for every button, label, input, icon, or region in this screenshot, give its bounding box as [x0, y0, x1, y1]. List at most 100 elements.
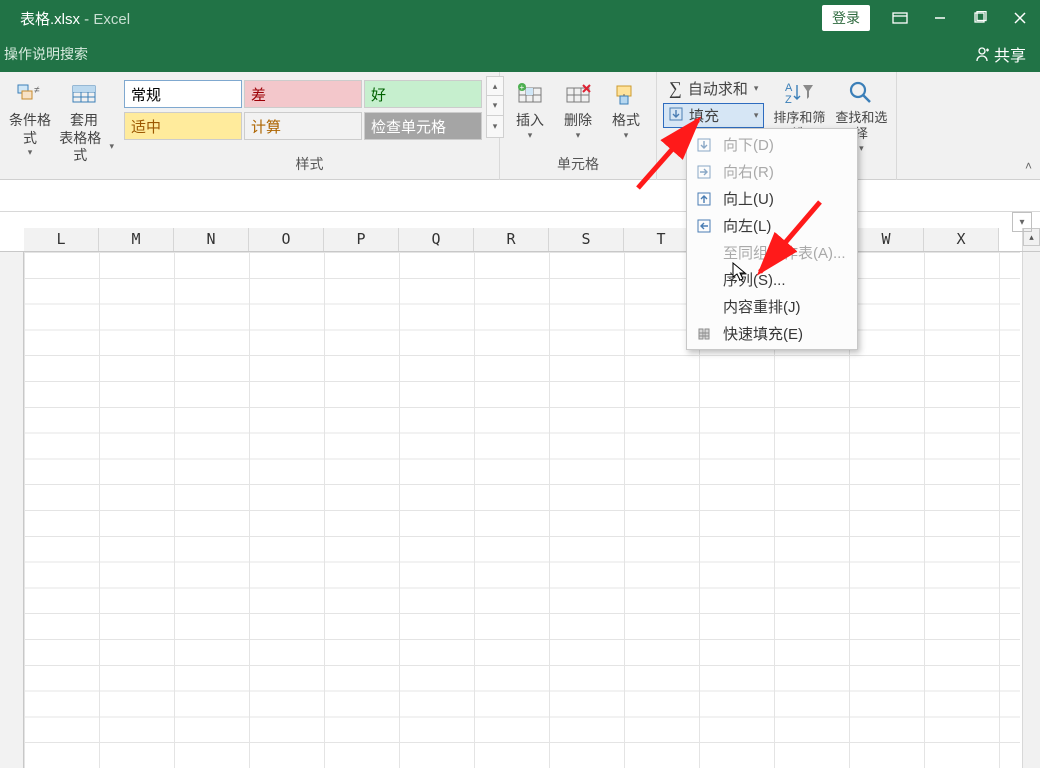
window-title: 表格.xlsx - Excel	[20, 8, 130, 29]
cells-group: + 插入 ▾ 删除 ▾ 格式 ▾ 单元格	[500, 72, 657, 180]
style-neutral[interactable]: 适中	[124, 112, 242, 140]
autosum-label: 自动求和	[688, 78, 748, 99]
chevron-down-icon: ▾	[624, 130, 629, 141]
group-label-styles: 样式	[120, 154, 499, 180]
style-bad[interactable]: 差	[244, 80, 362, 108]
minimize-button[interactable]	[920, 0, 960, 36]
chevron-down-icon: ▾	[754, 110, 759, 121]
column-header[interactable]: P	[324, 228, 399, 251]
sort-filter-icon: AZ	[783, 76, 815, 110]
fill-menu-item[interactable]: 内容重排(J)	[687, 293, 857, 320]
cell-styles-gallery-group: 常规 差 好 适中 计算 检查单元格 ▴ ▾ ▾ 样式	[120, 72, 500, 180]
fill-menu-item-label: 向下(D)	[723, 134, 774, 155]
titlebar-right: 登录	[822, 0, 1040, 36]
column-header[interactable]: S	[549, 228, 624, 251]
close-button[interactable]	[1000, 0, 1040, 36]
sigma-icon: ∑	[669, 78, 682, 99]
vertical-scrollbar[interactable]: ▴	[1022, 228, 1040, 768]
fill-menu-item-label: 序列(S)...	[723, 269, 786, 290]
fill-menu-item[interactable]: 向上(U)	[687, 185, 857, 212]
format-as-table-label-2: 表格格式	[54, 130, 106, 165]
delete-cells-button[interactable]: 删除 ▾	[554, 76, 602, 141]
eraser-icon	[669, 132, 685, 150]
fill-menu-item-label: 向右(R)	[723, 161, 774, 182]
left-icon	[695, 219, 713, 233]
fill-menu-item: 至同组工作表(A)...	[687, 239, 857, 266]
maximize-button[interactable]	[960, 0, 1000, 36]
chevron-down-icon: ▾	[28, 147, 33, 158]
ribbon: ≠ 条件格式 ▾ 套用 表格格式 ▾ .	[0, 72, 1040, 180]
style-calculation[interactable]: 计算	[244, 112, 362, 140]
app-name: Excel	[93, 11, 130, 28]
fill-menu-item-label: 内容重排(J)	[723, 296, 801, 317]
insert-icon: +	[515, 78, 545, 112]
conditional-formatting-button[interactable]: ≠ 条件格式 ▾	[6, 76, 54, 158]
fill-dropdown-menu: 向下(D) 向右(R) 向上(U) 向左(L) 至同组工作表(A)... 序列(S)...…	[686, 128, 858, 350]
cell-grid[interactable]	[24, 252, 1020, 768]
format-cells-button[interactable]: 格式 ▾	[602, 76, 650, 141]
login-button[interactable]: 登录	[822, 5, 870, 31]
fill-menu-item[interactable]: 向左(L)	[687, 212, 857, 239]
fill-menu-item-label: 向上(U)	[723, 188, 774, 209]
delete-icon	[563, 78, 593, 112]
up-icon	[695, 192, 713, 206]
share-button[interactable]: 共享	[974, 42, 1026, 66]
cell-styles-gallery[interactable]: 常规 差 好 适中 计算 检查单元格 ▴ ▾ ▾	[120, 76, 504, 140]
right-icon	[695, 165, 713, 179]
styles-group-left: ≠ 条件格式 ▾ 套用 表格格式 ▾ .	[0, 72, 120, 180]
fill-menu-item-label: 至同组工作表(A)...	[723, 242, 846, 263]
ribbon-display-options-button[interactable]	[880, 0, 920, 36]
fill-menu-item: 向右(R)	[687, 158, 857, 185]
format-as-table-icon	[70, 78, 98, 112]
conditional-formatting-label: 条件格式	[6, 112, 54, 147]
svg-text:≠: ≠	[34, 85, 40, 96]
format-icon	[611, 78, 641, 112]
column-header[interactable]: L	[24, 228, 99, 251]
chevron-down-icon: ▾	[528, 130, 533, 141]
fill-down-icon	[669, 107, 683, 125]
search-icon	[847, 76, 875, 110]
column-header[interactable]: N	[174, 228, 249, 251]
row-headers	[0, 252, 24, 768]
titlebar: 表格.xlsx - Excel 登录	[0, 0, 1040, 36]
chevron-down-icon: ▾	[576, 130, 581, 141]
tell-me-search[interactable]: 操作说明搜索	[4, 44, 88, 64]
insert-label: 插入	[516, 112, 544, 130]
style-normal[interactable]: 常规	[124, 80, 242, 108]
separator: -	[80, 11, 93, 28]
delete-label: 删除	[564, 112, 592, 130]
column-header[interactable]: R	[474, 228, 549, 251]
insert-cells-button[interactable]: + 插入 ▾	[506, 76, 554, 141]
chevron-down-icon: ▾	[859, 143, 864, 154]
share-icon	[974, 46, 990, 62]
svg-text:A: A	[785, 82, 793, 94]
column-header[interactable]: Q	[399, 228, 474, 251]
collapse-ribbon-button[interactable]: ˄	[1025, 159, 1032, 173]
column-header[interactable]: X	[924, 228, 999, 251]
fill-menu-item[interactable]: 快速填充(E)	[687, 320, 857, 347]
group-label-cells: 单元格	[500, 154, 656, 180]
column-header[interactable]: O	[249, 228, 324, 251]
worksheet[interactable]: LMNOPQRSTVWX ▴	[0, 228, 1040, 768]
fill-button[interactable]: 填充 ▾	[663, 103, 764, 128]
formula-bar-expand[interactable]: ▾	[1012, 212, 1032, 232]
fill-menu-item[interactable]: 序列(S)...	[687, 266, 857, 293]
share-label: 共享	[994, 42, 1026, 66]
column-headers: LMNOPQRSTVWX	[0, 228, 1040, 252]
down-icon	[695, 138, 713, 152]
file-name: 表格.xlsx	[20, 11, 80, 28]
svg-text:Z: Z	[785, 94, 792, 106]
fill-menu-item-label: 快速填充(E)	[723, 323, 803, 344]
fill-menu-item-label: 向左(L)	[723, 215, 771, 236]
style-check-cell[interactable]: 检查单元格	[364, 112, 482, 140]
style-good[interactable]: 好	[364, 80, 482, 108]
column-header[interactable]: M	[99, 228, 174, 251]
column-header[interactable]: W	[849, 228, 924, 251]
format-as-table-button[interactable]: 套用 表格格式 ▾	[54, 76, 114, 165]
flash-icon	[695, 327, 713, 341]
format-label: 格式	[612, 112, 640, 130]
formula-bar[interactable]	[0, 180, 1040, 212]
chevron-down-icon: ▾	[754, 83, 759, 94]
fill-menu-item: 向下(D)	[687, 131, 857, 158]
autosum-button[interactable]: ∑ 自动求和 ▾	[663, 76, 764, 101]
